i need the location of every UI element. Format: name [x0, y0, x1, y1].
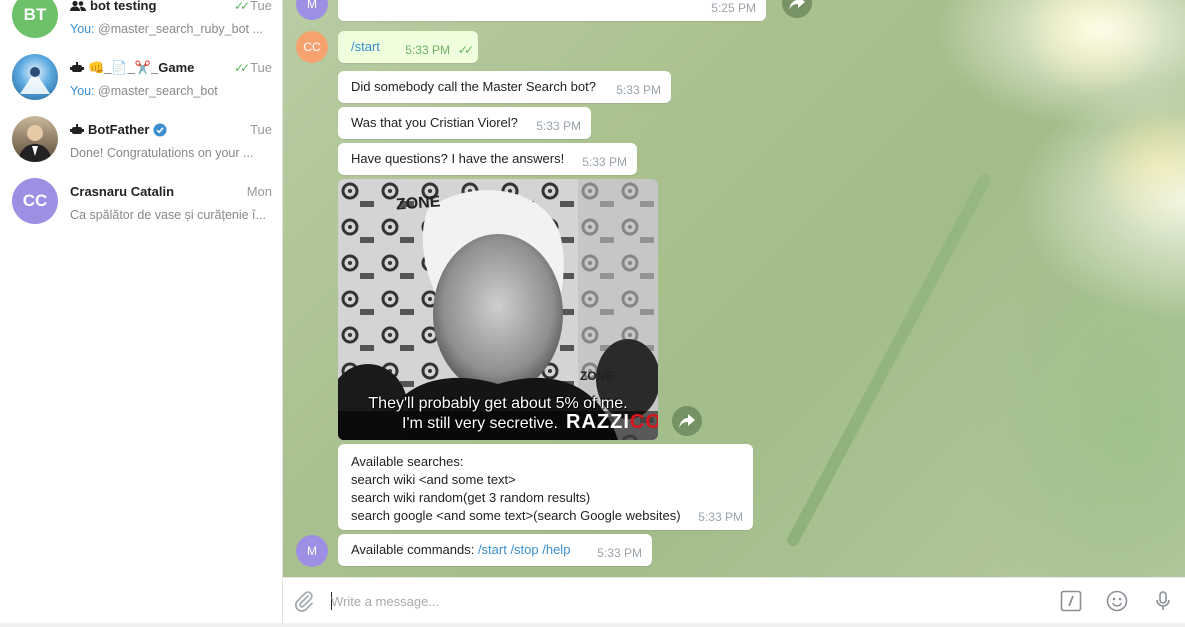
verified-icon — [153, 123, 167, 136]
double-check-icon: ✓✓ — [457, 43, 474, 57]
avatar: CC — [12, 178, 58, 224]
attach-button[interactable] — [291, 588, 317, 614]
message-time: 5:33 PM — [698, 510, 743, 524]
share-icon — [679, 414, 695, 428]
preview-prefix: You: — [70, 84, 95, 98]
preview-prefix: You: — [70, 22, 95, 36]
chat-item-bot-testing[interactable]: BT bot testing ✓✓ Tue You: @master_searc… — [0, 0, 282, 46]
chat-preview: You: @master_search_bot — [70, 84, 274, 98]
bot-icon — [70, 123, 84, 134]
commands-label: Available commands: — [351, 542, 478, 557]
game-avatar-image — [20, 67, 50, 94]
bot-icon — [70, 62, 84, 72]
text-line: Available searches: — [351, 454, 464, 469]
sign-text: ZONE — [395, 193, 441, 214]
avatar: BT — [12, 0, 58, 38]
chat-name-text: 👊_📄_✂️_Game — [88, 60, 195, 75]
chat-time: Tue — [250, 122, 272, 137]
message-text: Was that you Cristian Viorel? — [351, 115, 518, 130]
gif-caption-line: I'm still very secretive. — [402, 415, 558, 432]
message-bubble: Available searches: search wiki <and som… — [338, 444, 753, 530]
botfather-avatar-image — [18, 125, 52, 162]
chat-item-botfather[interactable]: BotFather Tue Done! Congratulations on y… — [0, 108, 282, 170]
background-wallpaper — [785, 171, 993, 549]
time-text: Tue — [250, 60, 272, 75]
message-time: 5:33 PM — [597, 546, 642, 560]
chat-list-sidebar: BT bot testing ✓✓ Tue You: @master_searc… — [0, 0, 283, 627]
chat-time: Mon — [247, 184, 272, 199]
message-time: 5:33 PM — [536, 119, 581, 133]
text-line: search wiki random(get 3 random results) — [351, 490, 591, 505]
chat-preview: Ca spălător de vase și curățenie î... — [70, 208, 266, 222]
message-time: 5:33 PM — [405, 43, 450, 57]
chat-item-game[interactable]: 👊_📄_✂️_Game ✓✓ Tue You: @master_search_b… — [0, 46, 282, 108]
text-line: search wiki <and some text> — [351, 472, 516, 487]
bot-commands-button[interactable] — [1058, 588, 1084, 614]
chat-name: 👊_📄_✂️_Game — [70, 60, 194, 76]
text-line: search google <and some text>(search Goo… — [351, 508, 681, 523]
message-bubble: Have questions? I have the answers! 5:33… — [338, 143, 637, 175]
time-text: Tue — [250, 0, 272, 13]
preview-text: @master_search_ruby_bot ... — [94, 22, 263, 36]
chat-name: bot testing — [70, 0, 156, 13]
avatar — [12, 116, 58, 162]
sign-text: ZONE — [580, 369, 614, 383]
message-text: Available commands: /start /stop /help — [351, 542, 570, 557]
paperclip-icon — [295, 591, 313, 612]
message-bubble: Did somebody call the Master Search bot?… — [338, 71, 671, 103]
message-text[interactable]: /start — [351, 39, 380, 54]
chat-name: Crasnaru Catalin — [70, 184, 174, 199]
message-input[interactable] — [331, 586, 1031, 616]
chat-time: ✓✓ Tue — [234, 0, 272, 13]
double-check-icon: ✓✓ — [233, 60, 250, 75]
message-time: 5:33 PM — [582, 155, 627, 169]
message-bubble-outgoing: /start 5:33 PM ✓✓ — [338, 31, 478, 63]
message-bubble: Was that you Cristian Viorel? 5:33 PM — [338, 107, 591, 139]
group-icon — [70, 0, 86, 11]
avatar — [12, 54, 58, 100]
chat-name: BotFather — [70, 122, 167, 137]
slash-command-icon — [1060, 590, 1082, 612]
microphone-icon — [1156, 591, 1170, 610]
forward-button[interactable] — [672, 406, 702, 436]
user-avatar[interactable]: CC — [296, 31, 328, 63]
smiley-icon — [1106, 590, 1128, 612]
emoji-button[interactable] — [1104, 588, 1130, 614]
gif-media[interactable]: ZONE ZONE They'll probably get about 5% … — [338, 179, 658, 440]
message-bubble: Available commands: /start /stop /help 5… — [338, 534, 652, 566]
chat-time: ✓✓ Tue — [234, 60, 272, 75]
chat-name-text: bot testing — [90, 0, 157, 13]
chat-name-text: Crasnaru Catalin — [70, 184, 175, 199]
bot-avatar[interactable]: M — [296, 0, 328, 20]
window-bottom-edge — [0, 623, 1185, 627]
watermark-text-red: CO — [629, 411, 658, 433]
chat-preview: Done! Congratulations on your ... — [70, 146, 254, 160]
time-text: Mon — [246, 184, 272, 199]
watermark-text: RAZZI — [566, 411, 630, 433]
message-composer — [283, 577, 1185, 624]
chat-name-text: BotFather — [88, 122, 150, 137]
preview-text: @master_search_bot — [94, 84, 218, 98]
message-text: Have questions? I have the answers! — [351, 151, 565, 166]
forward-button[interactable] — [782, 0, 812, 18]
message-bubble: 5:25 PM — [338, 0, 766, 21]
command-links[interactable]: /start /stop /help — [478, 542, 571, 557]
message-time: 5:25 PM — [711, 1, 756, 15]
double-check-icon: ✓✓ — [233, 0, 250, 13]
chat-history[interactable]: M 5:25 PM CC /start 5:33 PM ✓✓ Did someb… — [283, 0, 1185, 577]
share-icon — [789, 0, 805, 10]
chat-preview: You: @master_search_ruby_bot ... — [70, 22, 274, 36]
bot-avatar[interactable]: M — [296, 535, 328, 567]
available-searches-text: Available searches: search wiki <and som… — [351, 453, 681, 525]
message-time: 5:33 PM — [616, 83, 661, 97]
message-text: Did somebody call the Master Search bot? — [351, 79, 596, 94]
chat-item-crasnaru-catalin[interactable]: CC Crasnaru Catalin Mon Ca spălător de v… — [0, 170, 282, 232]
voice-record-button[interactable] — [1150, 588, 1176, 614]
time-text: Tue — [250, 122, 272, 137]
gif-watermark: RAZZICO — [566, 411, 658, 434]
